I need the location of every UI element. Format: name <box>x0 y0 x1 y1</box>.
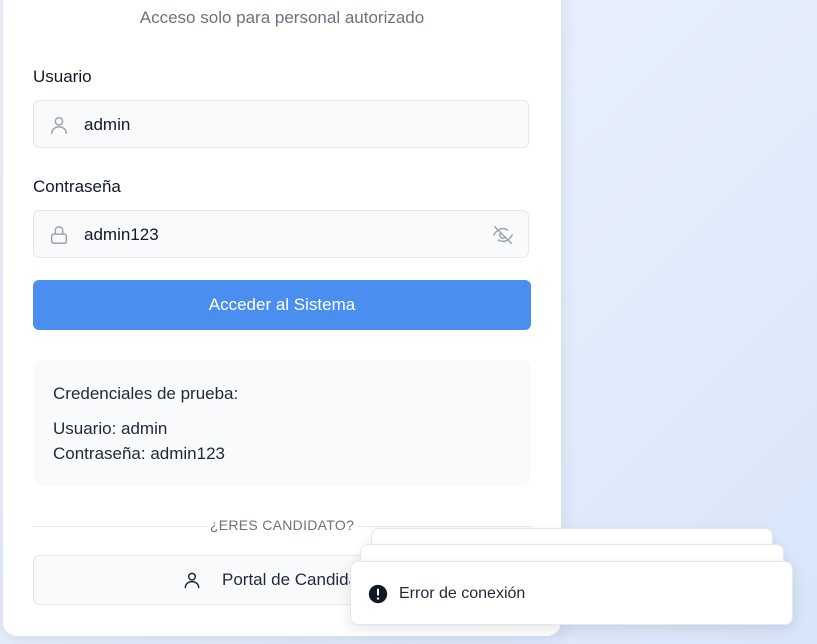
error-toast: Error de conexión <box>350 561 793 625</box>
username-value: admin <box>84 115 131 134</box>
eye-off-icon[interactable] <box>492 224 514 246</box>
username-field[interactable]: admin <box>33 100 529 148</box>
toast-message: Error de conexión <box>399 585 526 602</box>
test-credentials-password: Contraseña: admin123 <box>53 444 226 463</box>
username-label: Usuario <box>33 67 92 86</box>
test-credentials-title: Credenciales de prueba: <box>53 384 239 403</box>
lock-icon <box>50 226 68 244</box>
password-label: Contraseña <box>33 177 121 196</box>
test-credentials-username: Usuario: admin <box>53 419 168 438</box>
alert-circle-icon <box>368 584 388 604</box>
login-subtitle: Acceso solo para personal autorizado <box>139 8 425 27</box>
password-field[interactable]: admin123 <box>33 210 529 258</box>
submit-button[interactable]: Acceder al Sistema <box>33 280 531 330</box>
test-credentials-box: Credenciales de prueba: Usuario: admin C… <box>33 360 531 485</box>
user-icon <box>184 572 200 589</box>
password-value: admin123 <box>84 225 159 244</box>
user-icon <box>50 116 68 134</box>
